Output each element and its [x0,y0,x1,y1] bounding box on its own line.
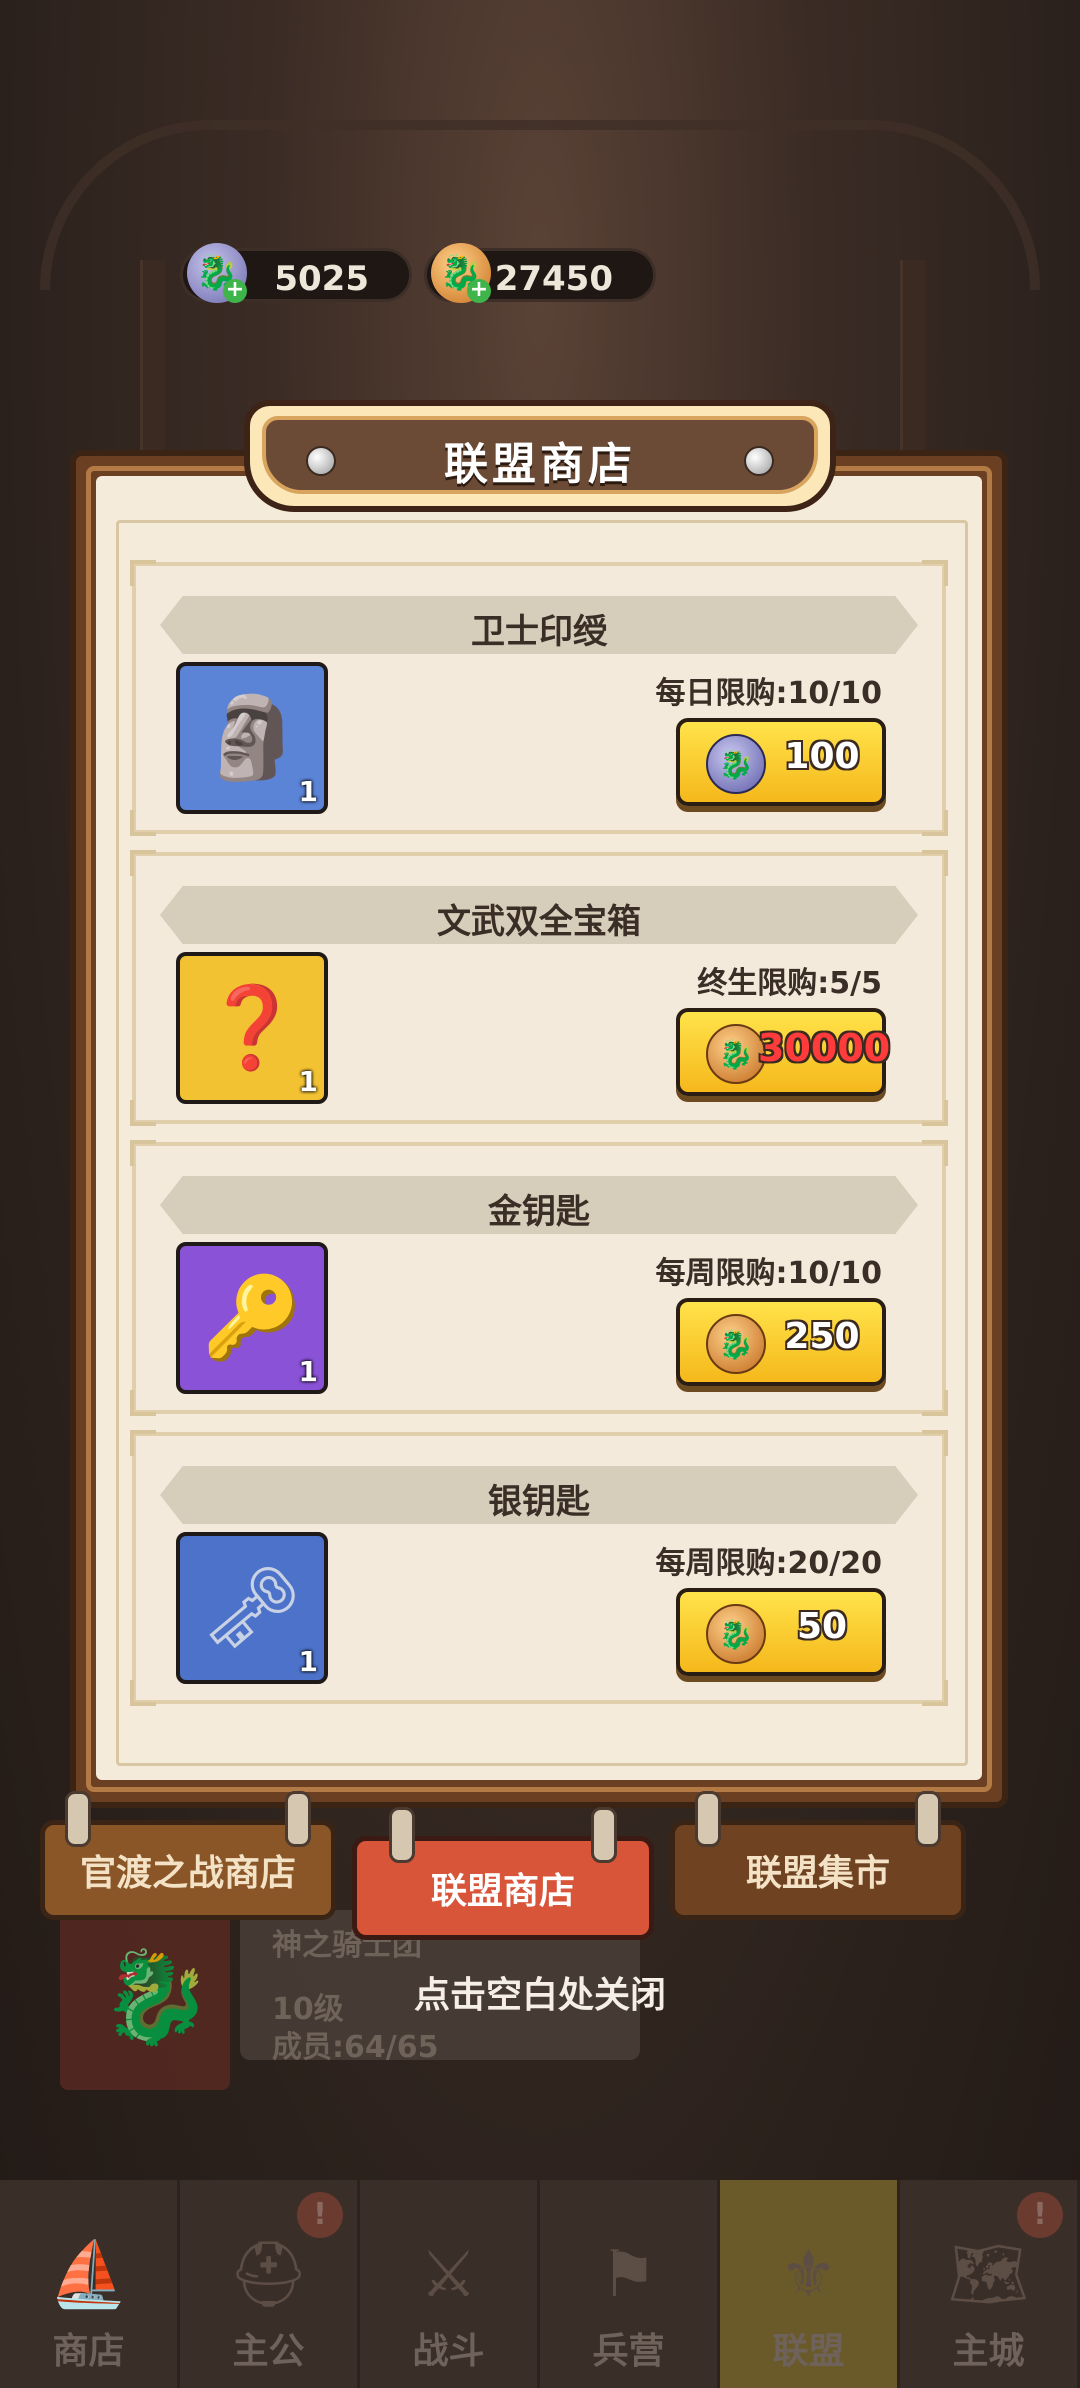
item-name-band: 银钥匙 [160,1466,918,1524]
item-price: 250 [784,1316,860,1357]
alert-badge: ! [297,2192,343,2238]
item-price: 50 [796,1606,848,1647]
tab-label: 联盟商店 [430,1871,575,1912]
flag-icon: ⚑ [599,2238,658,2312]
tab-label: 官渡之战商店 [79,1853,296,1894]
corner-ornament [922,1680,948,1706]
add-currency-icon[interactable]: + [223,279,247,303]
corner-ornament [922,1390,948,1416]
item-quantity: 1 [298,1355,318,1388]
item-name-band: 卫士印绶 [160,596,918,654]
corner-ornament [130,1680,156,1706]
corner-ornament [922,1430,948,1456]
close-hint: 点击空白处关闭 [413,1975,666,2016]
gold-dragon-coin-icon: 🐉 [706,1604,766,1664]
corner-ornament [130,560,156,586]
corner-ornament [922,560,948,586]
nav-battle[interactable]: ⚔ 战斗 [360,2180,540,2388]
corner-ornament [130,810,156,836]
item-price: 100 [784,736,860,777]
nav-label: 商店 [52,2331,125,2372]
corner-ornament [130,1100,156,1126]
gold-dragon-coin-icon: 🐉 [706,1314,766,1374]
shop-item-gold-key: 金钥匙 🔑 1 每周限购:10/10 🐉 250 [130,1140,948,1416]
bottom-nav: ⛵ 商店 ! ⛑ 主公 ⚔ 战斗 ⚑ 兵营 ⚜ 联盟 ! 🗺 主城 [0,2180,1080,2388]
shop-title-plaque: 联盟商店 [244,400,836,512]
nav-label: 主城 [952,2331,1025,2372]
corner-ornament [922,810,948,836]
shop-item-silver-key: 银钥匙 🗝 1 每周限购:20/20 🐉 50 [130,1430,948,1706]
corner-ornament [922,1140,948,1166]
corner-ornament [130,1390,156,1416]
corner-ornament [130,1430,156,1456]
item-icon-frame[interactable]: ❓ 1 [176,952,328,1104]
shop-title: 联盟商店 [444,439,636,490]
shop-item-guard-seal: 卫士印绶 🗿 1 每日限购:10/10 🐉 100 [130,560,948,836]
corner-ornament [922,850,948,876]
alliance-icon: ⚜ [779,2238,838,2312]
corner-ornament [130,1140,156,1166]
item-name: 文武双全宝箱 [437,902,641,942]
tab-label: 联盟集市 [745,1853,890,1894]
item-name: 银钥匙 [488,1482,590,1522]
silver-coin-counter[interactable]: 🐉 + 5025 [180,243,412,303]
corner-ornament [130,850,156,876]
boat-icon: ⛵ [48,2238,129,2312]
item-name: 金钥匙 [488,1192,590,1232]
gold-coin-counter[interactable]: 🐉 + 27450 [424,243,656,303]
gold-dragon-coin-icon: 🐉 [706,1024,766,1084]
shop-item-treasure-chest: 文武双全宝箱 ❓ 1 终生限购:5/5 🐉 30000 [130,850,948,1126]
buy-button[interactable]: 🐉 100 [676,718,886,806]
buy-button[interactable]: 🐉 30000 [676,1008,891,1096]
nav-lord[interactable]: ! ⛑ 主公 [180,2180,360,2388]
purchase-limit: 每日限购:10/10 [655,676,882,711]
guild-members: 成员:64/65 [272,2030,439,2065]
item-quantity: 1 [298,775,318,808]
nav-label: 战斗 [412,2331,485,2372]
gold-key-icon: 🔑 [202,1271,302,1364]
silver-coin-value: 5025 [274,259,369,299]
item-icon-frame[interactable]: 🔑 1 [176,1242,328,1394]
corner-ornament [922,1100,948,1126]
rope-icon [65,1791,91,1847]
rope-icon [389,1807,415,1863]
rope-icon [695,1791,721,1847]
nav-shop[interactable]: ⛵ 商店 [0,2180,180,2388]
purchase-limit: 每周限购:10/10 [655,1256,882,1291]
item-quantity: 1 [298,1645,318,1678]
tab-alliance-market[interactable]: 联盟集市 [670,1791,966,1920]
item-name: 卫士印绶 [471,612,607,652]
tab-guandu-shop[interactable]: 官渡之战商店 [40,1791,336,1920]
nav-barracks[interactable]: ⚑ 兵营 [540,2180,720,2388]
rope-icon [915,1791,941,1847]
purchase-limit: 每周限购:20/20 [655,1546,882,1581]
silver-dragon-coin-icon: 🐉 [706,734,766,794]
tab-alliance-shop[interactable]: 联盟商店 [352,1807,654,1940]
purchase-limit: 终生限购:5/5 [697,966,882,1001]
nav-label: 兵营 [592,2331,665,2372]
gold-coin-value: 27450 [494,259,613,299]
buy-button[interactable]: 🐉 250 [676,1298,886,1386]
nav-alliance[interactable]: ⚜ 联盟 [720,2180,900,2388]
item-icon-frame[interactable]: 🗝 1 [176,1532,328,1684]
add-currency-icon[interactable]: + [467,279,491,303]
nav-city[interactable]: ! 🗺 主城 [900,2180,1080,2388]
item-price: 30000 [758,1026,891,1070]
rope-icon [591,1807,617,1863]
crossed-swords-icon: ⚔ [419,2238,478,2312]
helmet-icon: ⛑ [227,2238,310,2312]
nav-label: 联盟 [772,2331,845,2372]
nav-label: 主公 [232,2331,305,2372]
buy-button[interactable]: 🐉 50 [676,1588,886,1676]
item-name-band: 金钥匙 [160,1176,918,1234]
rope-icon [285,1791,311,1847]
item-quantity: 1 [298,1065,318,1098]
item-icon-frame[interactable]: 🗿 1 [176,662,328,814]
item-name-band: 文武双全宝箱 [160,886,918,944]
jade-seal-icon: 🗿 [202,691,302,784]
silver-key-icon: 🗝 [201,1561,303,1654]
alert-badge: ! [1017,2192,1063,2238]
mystery-chest-icon: ❓ [202,981,302,1074]
map-icon: 🗺 [947,2238,1030,2312]
